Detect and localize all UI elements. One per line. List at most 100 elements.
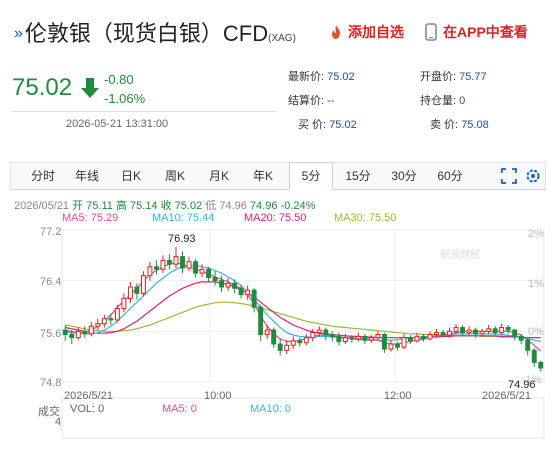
volume-ma5: MA5: 0 — [162, 403, 197, 415]
candle-body — [114, 308, 120, 321]
candle-body — [303, 337, 309, 344]
tab-5[interactable]: 年K — [241, 163, 285, 189]
page-title: »伦敦银（现货白银）CFD(XAG) — [14, 16, 296, 48]
ma5-legend: MA5: 75.29 — [62, 212, 119, 224]
settings-icon[interactable] — [525, 168, 541, 184]
flame-icon — [332, 25, 340, 39]
candle-body — [525, 339, 531, 351]
x-tick: 2026/5/21 — [482, 390, 531, 402]
tab-1[interactable]: 年线 — [65, 163, 109, 189]
info-date: 2026/05/21 — [14, 200, 70, 212]
candle-body — [434, 332, 439, 335]
period-tabs: 分时 年线 日K 周K 月K 年K 5分 15分 30分 60分 — [10, 162, 546, 190]
view-in-app-label: 在APP中查看 — [443, 24, 528, 40]
kline-chart[interactable]: 77.2 76.4 75.6 74.8 2% 1% 0% -1% 76.93 7… — [0, 226, 550, 451]
info-low: 低 74.96 — [205, 200, 247, 212]
candle-body — [323, 329, 329, 335]
candle-body — [518, 335, 524, 341]
candle-body — [245, 289, 251, 296]
candle-body — [421, 335, 426, 340]
down-arrow-icon — [81, 78, 99, 98]
view-in-app-button[interactable]: 在APP中查看 — [425, 22, 528, 42]
add-favorite-label: 添加自选 — [348, 24, 404, 40]
candle-body — [284, 344, 290, 351]
candle-body — [342, 337, 348, 342]
quote-time: 2026-05-21 13:31:00 — [66, 118, 169, 130]
candle-body — [512, 329, 518, 337]
candle-body — [232, 282, 238, 289]
volume-value: VOL: 0 — [70, 403, 105, 415]
phone-icon — [425, 23, 437, 41]
candle-body — [173, 256, 179, 265]
candle-body — [238, 287, 244, 296]
candle-body — [69, 334, 75, 339]
stat-ask: 卖 价: 75.08 — [430, 119, 489, 131]
candle-body — [212, 277, 218, 282]
candle-body — [336, 335, 342, 342]
tab-2[interactable]: 日K — [109, 163, 153, 189]
candle-body — [505, 327, 511, 331]
candle-body — [460, 327, 466, 334]
candle-body — [329, 334, 335, 337]
candle-body — [479, 330, 485, 335]
instrument-name: 伦敦银（现货白银）CFD — [24, 21, 269, 46]
candle-body — [95, 323, 101, 327]
tab-3[interactable]: 周K — [153, 163, 197, 189]
candle-body — [62, 329, 68, 335]
candle-body — [349, 337, 355, 340]
candle-body — [193, 261, 198, 274]
candle-body — [277, 343, 283, 351]
tab-0[interactable]: 分时 — [21, 163, 65, 189]
pct-tick: 0% — [528, 326, 544, 338]
pct-tick: 1% — [528, 278, 544, 290]
candle-body — [310, 332, 316, 339]
candle-body — [440, 332, 446, 336]
x-tick: 2026/5/21 — [64, 390, 113, 402]
candle-body — [355, 335, 361, 340]
volume-ma10: MA10: 0 — [250, 403, 291, 415]
candle-body — [316, 329, 322, 334]
y-tick: 76.4 — [40, 276, 62, 288]
ma20-legend: MA20: 75.50 — [244, 212, 307, 224]
candle-body — [225, 282, 231, 288]
candle-body — [121, 297, 127, 310]
double-chevron-icon: » — [14, 25, 23, 42]
candle-body — [290, 340, 296, 346]
candle-body — [108, 318, 114, 321]
ma30-legend: MA30: 75.50 — [334, 212, 397, 224]
candle-body — [186, 261, 192, 269]
price-change-percent: -1.06% — [104, 91, 146, 106]
candle-body — [167, 259, 172, 265]
candle-body — [401, 337, 407, 348]
fullscreen-icon[interactable] — [501, 168, 517, 184]
candle-body — [153, 266, 159, 270]
candle-body — [160, 259, 166, 270]
tab-9[interactable]: 60分 — [431, 163, 469, 189]
info-open: 开 75.11 — [72, 200, 113, 212]
candle-body — [251, 289, 257, 308]
quote-header: »伦敦银（现货白银）CFD(XAG) 添加自选 在APP中查看 — [0, 0, 550, 62]
tab-6[interactable]: 5分 — [289, 162, 333, 190]
tab-8[interactable]: 30分 — [385, 163, 423, 189]
tab-4[interactable]: 月K — [197, 163, 241, 189]
info-close: 收 75.02 — [160, 200, 203, 212]
candle-body — [362, 335, 368, 341]
stat-open: 开盘价: 75.77 — [420, 71, 487, 83]
ma10-legend: MA10: 75.44 — [152, 212, 215, 224]
candle-body — [394, 343, 400, 348]
tab-7[interactable]: 15分 — [339, 163, 377, 189]
candle-body — [147, 266, 153, 277]
info-high: 高 75.14 — [115, 200, 158, 212]
candle-body — [180, 256, 185, 269]
candle-body — [447, 330, 453, 336]
candle-body — [140, 275, 146, 294]
candle-body — [264, 329, 270, 335]
candle-body — [388, 343, 394, 350]
y-tick: 77.2 — [40, 226, 62, 238]
candle-body — [206, 268, 212, 278]
pct-tick: 2% — [528, 228, 544, 240]
ma5-line — [65, 262, 542, 352]
candle-body — [127, 286, 133, 299]
candle-body — [219, 280, 225, 288]
add-favorite-button[interactable]: 添加自选 — [328, 22, 404, 42]
